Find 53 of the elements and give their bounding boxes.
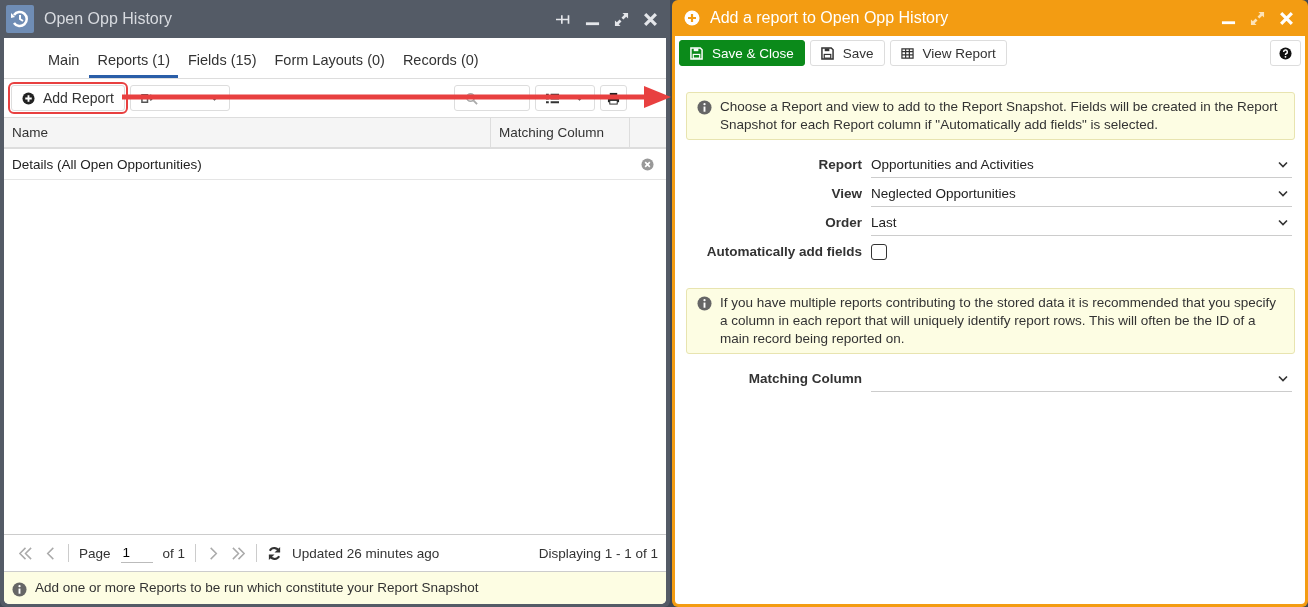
refresh-icon[interactable]: [267, 545, 283, 561]
table-icon: [900, 46, 914, 60]
tab[interactable]: Main: [40, 52, 88, 78]
tab[interactable]: Form Layouts (0): [266, 52, 393, 78]
plus-circle-icon: [22, 91, 35, 105]
info-text: Choose a Report and view to add to the Report Snapshot. Fields will be created in the Report Snapshot for each Report column if "Automatically add fields" is selected.: [720, 98, 1279, 134]
info-icon: [697, 100, 712, 115]
column-header[interactable]: Name: [4, 118, 491, 147]
list-icon: [546, 91, 559, 105]
chevron-icon: [1278, 374, 1288, 382]
help-icon: [1279, 46, 1292, 60]
column-header[interactable]: Matching Column: [491, 118, 630, 147]
info-icon: [697, 296, 712, 311]
save-button[interactable]: Save: [809, 40, 885, 66]
field-label: Report: [817, 157, 862, 172]
last-page-icon[interactable]: [231, 545, 247, 561]
maximize-icon[interactable]: [614, 11, 629, 27]
search-icon: [465, 91, 478, 105]
plus-circle-icon: [684, 10, 700, 26]
table-cell-text: Details (All Open Opportunities): [12, 156, 203, 172]
chevron-icon: [1278, 218, 1288, 226]
select-field[interactable]: Opportunities and Activities: [871, 151, 1292, 178]
window-title: Open Opp History: [44, 10, 173, 28]
display-count: Displaying 1 - 1 of 1: [538, 545, 658, 561]
field-label: Matching Column: [747, 371, 862, 386]
dialog-title: Add a report to Open Opp History: [710, 9, 949, 27]
info-text: If you have multiple reports contributing to the stored data it is recommended that you specify a column in each report that will uniquely identify report rows. This will often be the ID of a main record being reported on.: [720, 294, 1278, 348]
info-icon: [12, 581, 27, 597]
view-report-button[interactable]: View Report: [889, 40, 1007, 66]
export-icon: [140, 91, 154, 105]
page-count: of 1: [162, 545, 186, 561]
chevron-icon: [1278, 160, 1288, 168]
close-icon[interactable]: [643, 11, 658, 27]
page-label: Page: [79, 545, 111, 561]
select-field[interactable]: Neglected Opportunities: [871, 180, 1292, 207]
chevron-icon: [1278, 189, 1288, 197]
save-close-button[interactable]: Save & Close: [679, 40, 805, 66]
updated-text: Updated 26 minutes ago: [292, 545, 440, 561]
field-label: Order: [824, 215, 862, 230]
tab[interactable]: Fields (15): [179, 52, 265, 78]
remove-icon[interactable]: [641, 157, 654, 171]
first-page-icon[interactable]: [18, 545, 33, 561]
add-report-button[interactable]: Add Report: [11, 85, 125, 111]
checkbox[interactable]: [871, 243, 887, 260]
field-label: Automatically add fields: [705, 244, 862, 259]
info-text: Add one or more Reports to be run which constitute your Report Snapshot: [35, 579, 479, 597]
field-label: View: [830, 186, 862, 201]
printer-icon: [607, 91, 620, 105]
history-icon: [6, 5, 34, 33]
select-field[interactable]: Last: [871, 209, 1292, 236]
tab[interactable]: Records (0): [394, 52, 487, 78]
tab[interactable]: Reports (1): [89, 52, 178, 78]
help-button[interactable]: [1270, 40, 1301, 66]
